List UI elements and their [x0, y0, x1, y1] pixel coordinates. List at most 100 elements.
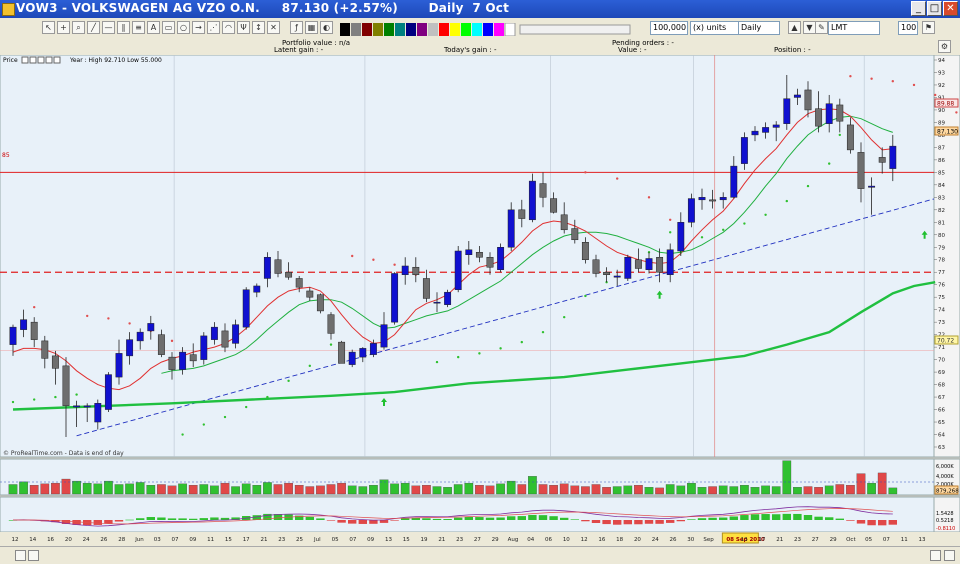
date-tick-label: 28 [118, 537, 125, 543]
year-high-low: Year : High 92.710 Low 55.000 [69, 57, 162, 64]
date-tick-label: 09 [189, 537, 196, 543]
candle-body [444, 291, 452, 305]
minimize-button[interactable]: _ [911, 1, 926, 16]
parabolic-sar-dot [393, 263, 396, 266]
macd-histogram-bar [803, 515, 813, 520]
panel-indicator-icon[interactable] [29, 56, 37, 64]
date-tick-label: 29 [492, 537, 499, 543]
price-tick-label: 81 [938, 220, 945, 226]
price-tick-label: 69 [938, 370, 945, 376]
maximize-button[interactable]: □ [927, 1, 942, 16]
text-tool-icon[interactable]: A [147, 21, 160, 34]
volume-bar [29, 485, 39, 495]
panel-settings-icon[interactable]: ⚙ [938, 40, 951, 53]
rectangle-tool-icon[interactable]: ▭ [162, 21, 175, 34]
volume-bar [199, 484, 209, 495]
zoom-out-icon[interactable] [930, 550, 941, 561]
volume-bar [782, 460, 792, 495]
macd-histogram-bar [549, 516, 558, 520]
color-palette[interactable] [340, 21, 636, 37]
candle-body [666, 249, 674, 275]
macd-histogram-bar [825, 517, 834, 520]
cycle-tool-icon[interactable]: ◠ [222, 21, 235, 34]
macd-histogram-bar [846, 520, 855, 521]
parabolic-sar-dot [700, 236, 704, 239]
template-icon[interactable]: ▦ [305, 21, 318, 34]
macd-histogram-bar [666, 520, 675, 523]
parabolic-sar-dot [86, 314, 89, 318]
volume-bar [241, 483, 251, 495]
parabolic-sar-dot [891, 80, 894, 83]
date-tick-label: 21 [776, 537, 783, 543]
date-tick-label: 04 [527, 537, 534, 543]
volume-bar [305, 486, 315, 495]
measure-tool-icon[interactable]: ↕ [252, 21, 265, 34]
candle-body [571, 228, 579, 241]
volume-bar [125, 483, 134, 495]
scroll-right-icon[interactable] [28, 550, 39, 561]
macd-histogram-bar [464, 517, 473, 520]
macd-histogram-bar [316, 518, 325, 520]
volume-bar [51, 482, 60, 495]
volume-bar [761, 485, 770, 495]
volume-bar [517, 484, 527, 495]
volume-bar [612, 486, 622, 495]
order-ticket-icon[interactable]: ✎ [815, 21, 828, 34]
candle-body [878, 157, 886, 163]
panel-tools-icon[interactable] [37, 56, 45, 64]
volume-bar [369, 485, 378, 495]
pointer-tool-icon[interactable]: ↖ [42, 21, 55, 34]
channel-tool-icon[interactable]: ∥ [117, 21, 130, 34]
price-tick-label: 80 [938, 233, 945, 239]
hline-tool-icon[interactable]: — [102, 21, 115, 34]
date-tick-label: 30 [687, 537, 694, 543]
timeframe-select[interactable]: Daily [738, 21, 780, 35]
line-tool-icon[interactable]: ╱ [87, 21, 100, 34]
fibonacci-tool-icon[interactable]: ≡ [132, 21, 145, 34]
delete-tool-icon[interactable]: ✕ [267, 21, 280, 34]
order-type-select[interactable]: LMT [828, 21, 880, 35]
macd-histogram-bar [136, 518, 145, 520]
crosshair-tool-icon[interactable]: + [57, 21, 70, 34]
close-button[interactable]: ✕ [943, 1, 958, 16]
panel-properties-icon[interactable] [45, 56, 53, 64]
parabolic-sar-dot [912, 83, 916, 87]
date-tick-label: 13 [919, 537, 926, 543]
panel-close-icon[interactable] [53, 56, 61, 64]
zoom-in-icon[interactable] [944, 550, 955, 561]
buy-icon[interactable]: ▲ [788, 21, 801, 34]
parabolic-sar-dot [478, 352, 481, 355]
fan-tool-icon[interactable]: ⋰ [207, 21, 220, 34]
macd-histogram-bar [772, 514, 781, 520]
date-tick-label: 17 [243, 537, 250, 543]
indicator-icon[interactable]: ƒ [290, 21, 303, 34]
parabolic-sar-dot [785, 199, 788, 203]
price-qty-input[interactable]: 100 [898, 21, 918, 35]
macd-histogram-bar [719, 517, 728, 520]
quantity-input[interactable]: 100,000 [650, 21, 688, 35]
volume-bar [464, 482, 474, 495]
date-tick-label: 21 [438, 537, 445, 543]
volume-bar [19, 481, 28, 495]
macd-histogram-bar [878, 520, 887, 526]
arrow-tool-icon[interactable]: → [192, 21, 205, 34]
macd-histogram-bar [655, 520, 664, 524]
pitchfork-tool-icon[interactable]: Ψ [237, 21, 250, 34]
volume-tick-label: 6,000K [936, 464, 954, 470]
scroll-left-icon[interactable] [15, 550, 26, 561]
volume-bar [411, 485, 421, 495]
candle-body [412, 266, 420, 275]
panel-menu-icon[interactable] [21, 56, 29, 64]
ellipse-tool-icon[interactable]: ○ [177, 21, 190, 34]
macd-histogram-bar [178, 518, 187, 520]
color-picker-icon[interactable]: ◐ [320, 21, 333, 34]
price-chart[interactable]: 9493929190898887868584838281807978777675… [0, 55, 960, 532]
macd-histogram-bar [157, 517, 166, 520]
zoom-tool-icon[interactable]: ⌕ [72, 21, 85, 34]
date-tick-label: 05 [332, 537, 339, 543]
volume-bar [400, 482, 410, 495]
place-order-icon[interactable]: ⚑ [922, 21, 935, 34]
macd-histogram-bar [485, 517, 495, 520]
parabolic-sar-dot [329, 343, 333, 346]
volume-bar [708, 486, 717, 495]
